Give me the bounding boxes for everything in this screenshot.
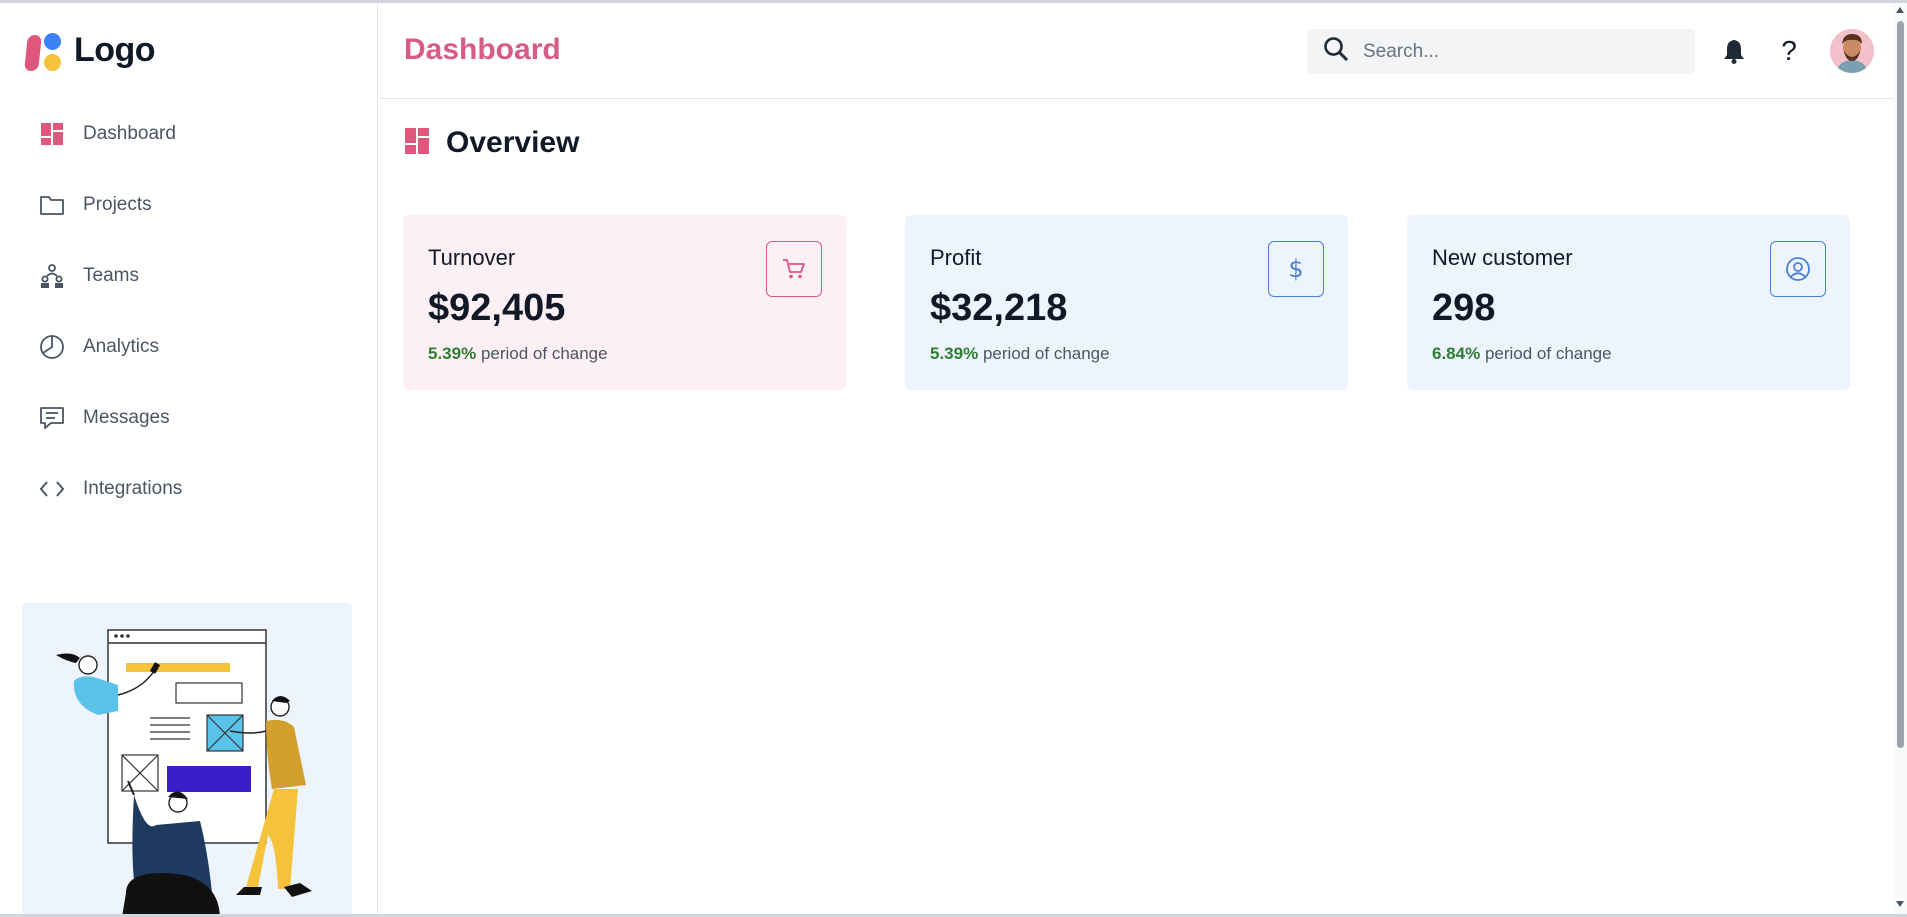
avatar[interactable] — [1830, 29, 1874, 73]
scroll-thumb[interactable] — [1897, 21, 1904, 748]
card-change: 5.39% period of change — [930, 344, 1323, 364]
stat-card-profit: Profit $32,218 5.39% period of change $ — [905, 215, 1348, 390]
brand-logo[interactable]: Logo — [24, 29, 156, 71]
sidebar-illustration — [22, 603, 352, 917]
sidebar: Logo Dashboard Projects Teams Analytics — [0, 3, 378, 917]
card-change: 6.84% period of change — [1432, 344, 1825, 364]
change-label: period of change — [480, 344, 608, 363]
sidebar-item-projects[interactable]: Projects — [0, 169, 378, 240]
dollar-icon[interactable]: $ — [1268, 241, 1324, 297]
logo-icon — [24, 29, 64, 71]
card-value: $32,218 — [930, 287, 1068, 329]
help-icon[interactable]: ? — [1775, 37, 1803, 65]
overview-heading: Overview — [446, 126, 580, 159]
sidebar-item-label: Integrations — [83, 477, 183, 499]
sidebar-item-label: Messages — [83, 406, 170, 428]
dashboard-icon — [404, 127, 430, 160]
stat-card-new-customer: New customer 298 6.84% period of change — [1407, 215, 1850, 390]
change-percent: 5.39% — [428, 344, 477, 363]
sidebar-item-dashboard[interactable]: Dashboard — [0, 98, 378, 169]
card-change: 5.39% period of change — [428, 344, 821, 364]
user-circle-icon[interactable] — [1770, 241, 1826, 297]
change-percent: 5.39% — [930, 344, 979, 363]
change-percent: 6.84% — [1432, 344, 1481, 363]
search-icon — [1323, 36, 1349, 67]
brand-name: Logo — [74, 30, 156, 69]
folder-icon — [38, 191, 66, 219]
dashboard-icon — [38, 120, 66, 148]
sidebar-item-label: Teams — [83, 264, 139, 286]
change-label: period of change — [982, 344, 1110, 363]
teams-icon — [38, 262, 66, 290]
page-title: Dashboard — [404, 33, 561, 66]
card-value: 298 — [1432, 287, 1496, 329]
message-icon — [38, 404, 66, 432]
vertical-scrollbar[interactable] — [1894, 3, 1907, 914]
change-label: period of change — [1484, 344, 1612, 363]
pie-chart-icon — [38, 333, 66, 361]
scroll-up-arrow-icon[interactable] — [1896, 7, 1904, 13]
search-input[interactable] — [1363, 40, 1683, 63]
card-title: New customer — [1432, 245, 1573, 270]
sidebar-item-teams[interactable]: Teams — [0, 240, 378, 311]
sidebar-nav: Dashboard Projects Teams Analytics Messa… — [0, 98, 378, 524]
card-value: $92,405 — [428, 287, 566, 329]
stat-card-turnover: Turnover $92,405 5.39% period of change — [403, 215, 846, 390]
bell-icon[interactable] — [1720, 37, 1748, 65]
sidebar-item-integrations[interactable]: Integrations — [0, 453, 378, 524]
cart-icon[interactable] — [766, 241, 822, 297]
search-bar[interactable] — [1307, 29, 1695, 74]
section-title: Overview — [404, 126, 579, 160]
sidebar-item-label: Dashboard — [83, 122, 176, 144]
sidebar-item-label: Projects — [83, 193, 152, 215]
sidebar-item-analytics[interactable]: Analytics — [0, 311, 378, 382]
sidebar-item-messages[interactable]: Messages — [0, 382, 378, 453]
top-header: Dashboard ? — [379, 3, 1907, 99]
code-icon — [38, 475, 66, 503]
card-title: Profit — [930, 245, 982, 270]
sidebar-item-label: Analytics — [83, 335, 160, 357]
scroll-down-arrow-icon[interactable] — [1896, 901, 1904, 907]
card-title: Turnover — [428, 245, 516, 270]
